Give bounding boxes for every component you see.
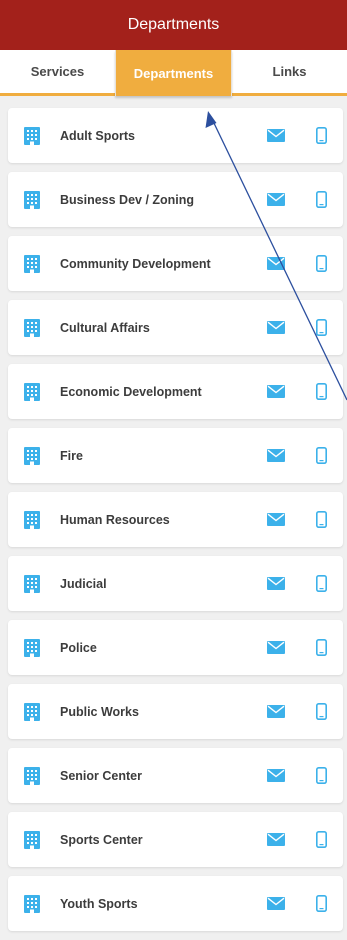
phone-icon[interactable] — [314, 573, 328, 593]
tab-bar: Services Departments Links — [0, 50, 347, 96]
email-icon[interactable] — [266, 511, 286, 527]
building-icon — [22, 254, 42, 274]
department-name: Youth Sports — [60, 896, 138, 911]
department-row[interactable]: Fire — [8, 428, 343, 483]
phone-icon[interactable] — [314, 701, 328, 721]
department-name: Community Development — [60, 256, 211, 271]
department-row[interactable]: Business Dev / Zoning — [8, 172, 343, 227]
email-icon[interactable] — [266, 191, 286, 207]
department-name: Economic Development — [60, 384, 202, 399]
department-list: Adult Sports Business Dev / Zoning Commu… — [8, 108, 343, 940]
department-name: Sports Center — [60, 832, 143, 847]
app-header: Departments — [0, 0, 347, 50]
phone-icon[interactable] — [314, 445, 328, 465]
building-icon — [22, 702, 42, 722]
building-icon — [22, 510, 42, 530]
department-row[interactable]: Youth Sports — [8, 876, 343, 931]
building-icon — [22, 638, 42, 658]
email-icon[interactable] — [266, 703, 286, 719]
phone-icon[interactable] — [314, 893, 328, 913]
department-row[interactable]: Adult Sports — [8, 108, 343, 163]
building-icon — [22, 446, 42, 466]
department-row[interactable]: Judicial — [8, 556, 343, 611]
phone-icon[interactable] — [314, 189, 328, 209]
building-icon — [22, 830, 42, 850]
department-name: Judicial — [60, 576, 107, 591]
email-icon[interactable] — [266, 639, 286, 655]
department-row[interactable]: Human Resources — [8, 492, 343, 547]
phone-icon[interactable] — [314, 509, 328, 529]
department-row[interactable]: Senior Center — [8, 748, 343, 803]
phone-icon[interactable] — [314, 829, 328, 849]
email-icon[interactable] — [266, 447, 286, 463]
phone-icon[interactable] — [314, 381, 328, 401]
department-row[interactable]: Sports Center — [8, 812, 343, 867]
email-icon[interactable] — [266, 127, 286, 143]
building-icon — [22, 190, 42, 210]
email-icon[interactable] — [266, 831, 286, 847]
department-name: Public Works — [60, 704, 139, 719]
building-icon — [22, 574, 42, 594]
department-name: Cultural Affairs — [60, 320, 150, 335]
email-icon[interactable] — [266, 383, 286, 399]
department-name: Fire — [60, 448, 83, 463]
phone-icon[interactable] — [314, 317, 328, 337]
tab-services[interactable]: Services — [0, 50, 115, 93]
department-name: Senior Center — [60, 768, 142, 783]
page-title: Departments — [127, 16, 220, 33]
tab-departments[interactable]: Departments — [115, 50, 232, 96]
department-row[interactable]: Police — [8, 620, 343, 675]
building-icon — [22, 318, 42, 338]
email-icon[interactable] — [266, 575, 286, 591]
phone-icon[interactable] — [314, 253, 328, 273]
email-icon[interactable] — [266, 255, 286, 271]
building-icon — [22, 894, 42, 914]
email-icon[interactable] — [266, 767, 286, 783]
department-row[interactable]: Community Development — [8, 236, 343, 291]
building-icon — [22, 766, 42, 786]
email-icon[interactable] — [266, 895, 286, 911]
building-icon — [22, 382, 42, 402]
tab-links[interactable]: Links — [232, 50, 347, 93]
department-name: Adult Sports — [60, 128, 135, 143]
department-name: Business Dev / Zoning — [60, 192, 195, 207]
department-row[interactable]: Economic Development — [8, 364, 343, 419]
department-row[interactable]: Public Works — [8, 684, 343, 739]
department-name: Human Resources — [60, 512, 170, 527]
department-name: Police — [60, 640, 97, 655]
email-icon[interactable] — [266, 319, 286, 335]
department-row[interactable]: Cultural Affairs — [8, 300, 343, 355]
phone-icon[interactable] — [314, 125, 328, 145]
phone-icon[interactable] — [314, 765, 328, 785]
building-icon — [22, 126, 42, 146]
phone-icon[interactable] — [314, 637, 328, 657]
